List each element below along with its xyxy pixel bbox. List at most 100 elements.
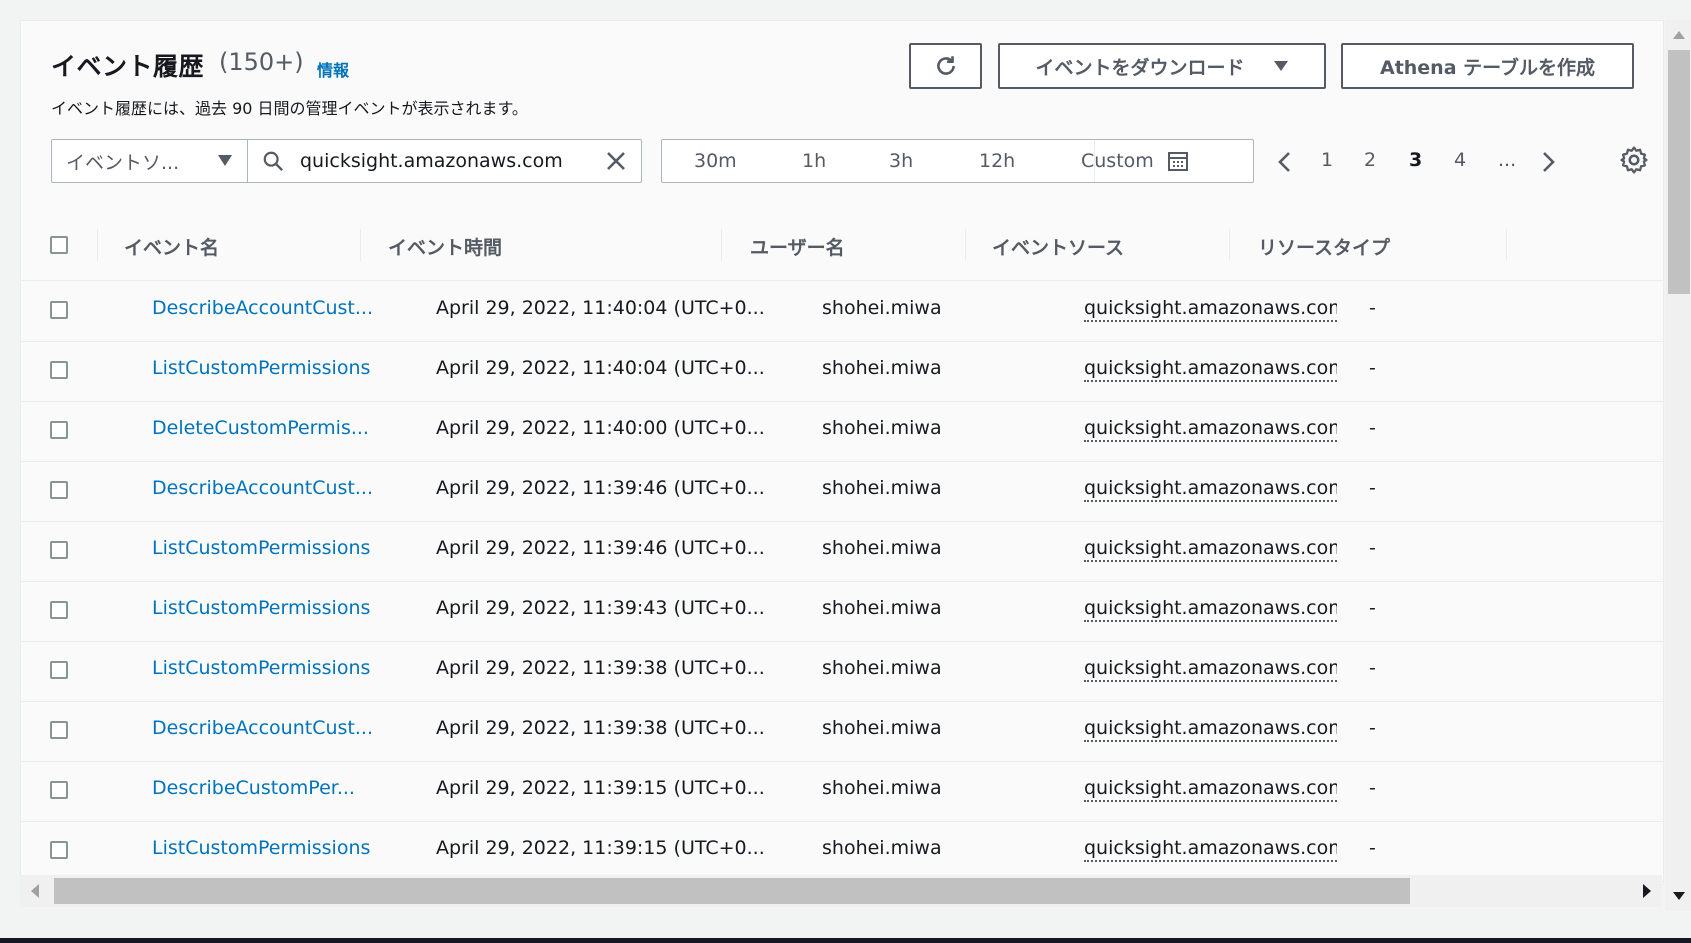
resource-type: - [1369, 717, 1376, 739]
page-1[interactable]: 1 [1321, 149, 1333, 171]
event-time: April 29, 2022, 11:39:15 (UTC+0... [436, 777, 765, 799]
pagination: 1 2 3 4 ... [1271, 139, 1571, 183]
event-name-link[interactable]: DescribeAccountCust... [152, 477, 373, 499]
horizontal-scrollbar[interactable] [20, 875, 1662, 907]
range-30m[interactable]: 30m [694, 150, 737, 172]
page-2[interactable]: 2 [1364, 149, 1376, 171]
table-row[interactable]: DescribeAccountCust... April 29, 2022, 11… [21, 281, 1663, 342]
resource-type: - [1369, 417, 1376, 439]
table-row[interactable]: ListCustomPermissions April 29, 2022, 11:… [21, 341, 1663, 402]
event-source[interactable]: quicksight.amazonaws.com [1084, 597, 1337, 622]
user-name: shohei.miwa [822, 657, 942, 679]
refresh-button[interactable] [909, 43, 982, 89]
row-checkbox[interactable] [50, 841, 68, 859]
table-row[interactable]: ListCustomPermissions April 29, 2022, 11:… [21, 641, 1663, 702]
download-events-button[interactable]: イベントをダウンロード [998, 43, 1326, 89]
column-header-event-time[interactable]: イベント時間 [388, 233, 502, 260]
window-bottom-border [0, 938, 1691, 943]
column-header-user-name[interactable]: ユーザー名 [750, 233, 845, 260]
user-name: shohei.miwa [822, 837, 942, 859]
info-link[interactable]: 情報 [317, 57, 349, 81]
column-header-event-name[interactable]: イベント名 [124, 233, 219, 260]
event-name-link[interactable]: ListCustomPermissions [152, 837, 370, 859]
resource-type: - [1369, 597, 1376, 619]
scroll-down-icon[interactable] [1672, 891, 1686, 901]
create-athena-table-button[interactable]: Athena テーブルを作成 [1341, 43, 1634, 89]
row-checkbox[interactable] [50, 301, 68, 319]
row-checkbox[interactable] [50, 661, 68, 679]
search-icon [263, 151, 284, 172]
resource-type: - [1369, 357, 1376, 379]
chevron-right-icon[interactable] [1542, 151, 1556, 173]
filter-property-select[interactable]: イベントソ... [51, 139, 248, 183]
time-range-selector: 30m 1h 3h 12h Custom [661, 139, 1254, 183]
event-source[interactable]: quicksight.amazonaws.com [1084, 477, 1337, 502]
event-source[interactable]: quicksight.amazonaws.com [1084, 417, 1337, 442]
user-name: shohei.miwa [822, 597, 942, 619]
event-source[interactable]: quicksight.amazonaws.com [1084, 357, 1337, 382]
event-name-link[interactable]: ListCustomPermissions [152, 657, 370, 679]
event-time: April 29, 2022, 11:39:15 (UTC+0... [436, 837, 765, 859]
search-value: quicksight.amazonaws.com [300, 150, 563, 172]
select-all-checkbox[interactable] [50, 236, 68, 254]
event-name-link[interactable]: ListCustomPermissions [152, 357, 370, 379]
event-time: April 29, 2022, 11:40:04 (UTC+0... [436, 357, 765, 379]
caret-down-icon [1273, 61, 1288, 71]
resource-type: - [1369, 657, 1376, 679]
column-divider [360, 229, 361, 261]
vertical-scrollbar[interactable] [1665, 20, 1691, 911]
scroll-right-icon[interactable] [1642, 883, 1652, 899]
page-description: イベント履歴には、過去 90 日間の管理イベントが表示されます。 [51, 99, 528, 118]
column-header-event-source[interactable]: イベントソース [992, 233, 1124, 260]
table-row[interactable]: DescribeAccountCust... April 29, 2022, 11… [21, 701, 1663, 762]
download-events-label: イベントをダウンロード [1035, 56, 1245, 79]
row-checkbox[interactable] [50, 781, 68, 799]
resource-type: - [1369, 837, 1376, 859]
event-name-link[interactable]: ListCustomPermissions [152, 597, 370, 619]
vertical-scroll-thumb[interactable] [1668, 50, 1690, 294]
table-row[interactable]: ListCustomPermissions April 29, 2022, 11:… [21, 521, 1663, 582]
table-row[interactable]: ListCustomPermissions April 29, 2022, 11:… [21, 821, 1663, 882]
event-name-link[interactable]: DescribeAccountCust... [152, 717, 373, 739]
event-source[interactable]: quicksight.amazonaws.com [1084, 837, 1337, 862]
scroll-up-icon[interactable] [1672, 30, 1686, 40]
event-name-link[interactable]: DescribeCustomPer... [152, 777, 355, 799]
event-source[interactable]: quicksight.amazonaws.com [1084, 297, 1337, 322]
chevron-left-icon[interactable] [1277, 151, 1291, 173]
table-row[interactable]: ListCustomPermissions April 29, 2022, 11:… [21, 581, 1663, 642]
row-checkbox[interactable] [50, 361, 68, 379]
event-source[interactable]: quicksight.amazonaws.com [1084, 777, 1337, 802]
search-input[interactable]: quicksight.amazonaws.com [247, 139, 642, 183]
table-row[interactable]: DeleteCustomPermis... April 29, 2022, 11:… [21, 401, 1663, 462]
event-source[interactable]: quicksight.amazonaws.com [1084, 717, 1337, 742]
range-custom[interactable]: Custom [1081, 150, 1188, 172]
page-4[interactable]: 4 [1454, 149, 1466, 171]
column-header-resource-type[interactable]: リソースタイプ [1258, 233, 1390, 260]
event-name-link[interactable]: DeleteCustomPermis... [152, 417, 369, 439]
event-source[interactable]: quicksight.amazonaws.com [1084, 537, 1337, 562]
row-checkbox[interactable] [50, 481, 68, 499]
event-name-link[interactable]: DescribeAccountCust... [152, 297, 373, 319]
filter-property-label: イベントソ... [66, 151, 180, 174]
gear-icon[interactable] [1619, 145, 1649, 175]
table-row[interactable]: DescribeAccountCust... April 29, 2022, 11… [21, 461, 1663, 522]
event-count: (150+) [219, 48, 304, 76]
range-1h[interactable]: 1h [802, 150, 826, 172]
close-icon[interactable] [605, 150, 627, 172]
event-time: April 29, 2022, 11:39:46 (UTC+0... [436, 477, 765, 499]
page-3-current[interactable]: 3 [1409, 149, 1422, 171]
range-12h[interactable]: 12h [979, 150, 1015, 172]
row-checkbox[interactable] [50, 721, 68, 739]
scroll-left-icon[interactable] [30, 883, 40, 899]
row-checkbox[interactable] [50, 541, 68, 559]
row-checkbox[interactable] [50, 601, 68, 619]
range-3h[interactable]: 3h [889, 150, 913, 172]
event-time: April 29, 2022, 11:39:38 (UTC+0... [436, 657, 765, 679]
event-source[interactable]: quicksight.amazonaws.com [1084, 657, 1337, 682]
row-checkbox[interactable] [50, 421, 68, 439]
table-row[interactable]: DescribeCustomPer... April 29, 2022, 11:3… [21, 761, 1663, 822]
user-name: shohei.miwa [822, 777, 942, 799]
event-name-link[interactable]: ListCustomPermissions [152, 537, 370, 559]
column-divider [1229, 229, 1230, 261]
horizontal-scroll-thumb[interactable] [54, 878, 1410, 904]
